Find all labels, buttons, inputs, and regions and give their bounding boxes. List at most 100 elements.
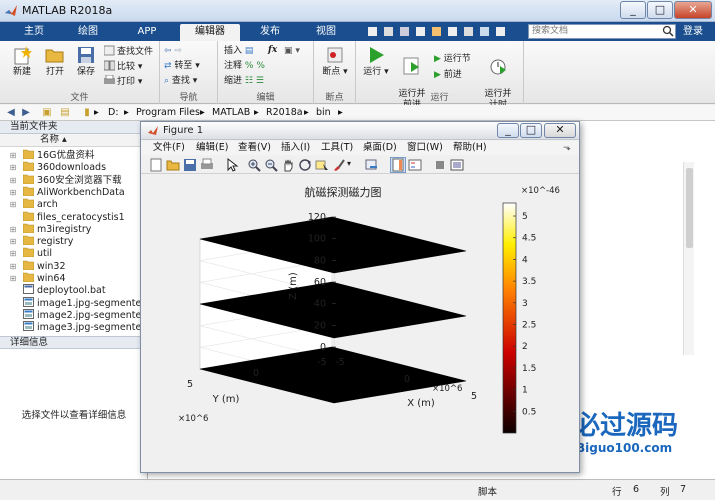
link-plot-icon[interactable] — [365, 158, 379, 172]
brush-dropdown-icon[interactable]: ▾ — [347, 159, 351, 168]
run-button[interactable]: 运行 ▾ — [358, 45, 394, 78]
save-button[interactable]: 保存 — [68, 45, 104, 78]
crumb-drive[interactable]: D: — [108, 107, 119, 118]
quick-access-toolbar[interactable] — [366, 25, 516, 38]
crumb-matlab[interactable]: MATLAB — [212, 107, 250, 118]
tab-editor[interactable]: 编辑器 — [180, 24, 240, 41]
comment-button[interactable]: 注释 % % — [224, 60, 265, 73]
tab-publish[interactable]: 发布 — [248, 24, 292, 41]
run-section-button[interactable]: ▶ 运行节 — [434, 53, 471, 66]
data-cursor-icon[interactable] — [315, 158, 329, 172]
expand-plus-icon[interactable]: ⊞ — [8, 187, 18, 198]
expand-plus-icon[interactable]: ⊞ — [8, 175, 18, 186]
file-list-item[interactable]: ⊞ 16G优盘资料 — [0, 149, 147, 161]
file-list-item[interactable]: image1.jpg-segmente... — [0, 296, 147, 309]
figure-maximize-button[interactable]: □ — [520, 123, 542, 138]
file-list-item[interactable]: deploytool.bat — [0, 284, 147, 296]
menu-help[interactable]: 帮助(H) — [453, 142, 487, 154]
open-file-icon[interactable] — [166, 158, 180, 172]
file-list-item[interactable]: files_ceratocystis1 — [0, 211, 147, 223]
tab-apps[interactable]: APP — [122, 24, 172, 41]
expand-plus-icon[interactable]: ⊞ — [8, 224, 18, 235]
minimize-button[interactable]: _ — [620, 1, 646, 19]
expand-plus-icon[interactable]: ⊞ — [8, 199, 18, 210]
menu-tools[interactable]: 工具(T) — [321, 142, 353, 154]
expand-plus-icon[interactable]: ⊞ — [8, 236, 18, 247]
file-list-item[interactable]: image2.jpg-segmente... — [0, 308, 147, 321]
file-list-item[interactable]: ⊞ 360安全浏览器下载 — [0, 174, 147, 186]
pan-icon[interactable] — [281, 158, 295, 172]
file-list-item[interactable]: ⊞ win64 — [0, 272, 147, 284]
breakpoints-button[interactable]: 断点 ▾ — [317, 45, 353, 78]
expand-plus-icon[interactable]: ⊞ — [8, 273, 18, 284]
crumb-bin[interactable]: bin — [316, 107, 331, 118]
menu-edit[interactable]: 编辑(E) — [196, 142, 228, 154]
expand-plus-icon[interactable]: ⊞ — [8, 150, 18, 161]
hide-plot-tools-icon[interactable] — [433, 158, 447, 172]
tab-plots[interactable]: 绘图 — [66, 24, 110, 41]
file-list-item[interactable]: ⊞ win32 — [0, 260, 147, 272]
goto-button[interactable]: ⇄ 转至 ▾ — [164, 60, 200, 73]
menu-insert[interactable]: 插入(I) — [281, 142, 310, 154]
expand-plus-icon[interactable]: ⊞ — [8, 162, 18, 173]
menu-window[interactable]: 窗口(W) — [407, 142, 443, 154]
file-list-item[interactable]: ⊞ registry — [0, 235, 147, 247]
fx-button[interactable]: fx — [268, 44, 277, 57]
back-forward-buttons[interactable]: ⇦ ⇨ — [164, 45, 182, 58]
find-files-button[interactable]: 查找文件 — [104, 45, 153, 58]
search-input[interactable]: 搜索文档 — [528, 24, 676, 39]
find-button[interactable]: ⌕ 查找 ▾ — [164, 75, 197, 88]
menu-desktop[interactable]: 桌面(D) — [363, 142, 397, 154]
scrollbar-thumb[interactable] — [686, 168, 693, 248]
file-list-item[interactable]: ⊞ util — [0, 247, 147, 259]
back-icon[interactable]: ◀ — [4, 106, 18, 119]
file-list-item[interactable]: ⊞ 360downloads — [0, 161, 147, 173]
menu-view[interactable]: 查看(V) — [238, 142, 271, 154]
magnetic-3d-plot[interactable]: 0 20 40 60 80 100 120 Z (m) -5 0 5 -5 0 5 X (m) Y (m) ×1… — [141, 175, 579, 472]
brush-icon[interactable] — [332, 158, 346, 172]
show-plot-tools-icon[interactable] — [450, 158, 464, 172]
pointer-icon[interactable] — [225, 158, 239, 172]
expand-plus-icon[interactable]: ⊞ — [8, 261, 18, 272]
login-button[interactable]: 登录 — [683, 24, 703, 39]
search-icon[interactable] — [662, 25, 674, 37]
print-button[interactable]: 打印 ▾ — [104, 75, 142, 88]
address-sep: ▸ — [124, 107, 129, 118]
crumb-r2018a[interactable]: R2018a — [266, 107, 303, 118]
close-button[interactable]: ✕ — [674, 1, 712, 19]
indent-button[interactable]: 缩进 ☷ ☰ — [224, 75, 264, 88]
file-list-item[interactable]: ⊞ m3iregistry — [0, 223, 147, 235]
advance-button[interactable]: ▶ 前进 — [434, 69, 462, 82]
browse-folder-icon[interactable]: ▤ — [58, 106, 72, 119]
compare-button[interactable]: 比较 ▾ — [104, 60, 142, 73]
forward-icon[interactable]: ▶ — [19, 106, 33, 119]
figure-minimize-button[interactable]: _ — [497, 123, 519, 138]
print-figure-icon[interactable] — [200, 158, 214, 172]
colorbar-icon[interactable] — [390, 157, 406, 173]
file-list-item[interactable]: ⊞ AliWorkbenchData — [0, 186, 147, 198]
editor-scrollbar[interactable] — [683, 162, 694, 355]
file-list-item[interactable]: image3.jpg-segmente... — [0, 321, 147, 333]
expand-plus-icon[interactable]: ⊞ — [8, 248, 18, 259]
figure-window[interactable]: Figure 1 _ □ ✕ 文件(F) 编辑(E) 查看(V) 插入(I) 工… — [140, 121, 580, 473]
tab-home[interactable]: 主页 — [12, 24, 56, 41]
new-button[interactable]: 新建 — [4, 45, 40, 78]
name-column-header[interactable]: 名称 ▴ — [0, 134, 147, 147]
folder-up-icon[interactable]: ▣ — [40, 106, 54, 119]
crumb-program-files[interactable]: Program Files — [136, 107, 200, 118]
insert-button[interactable]: 插入 ▤ — [224, 45, 253, 58]
edit-tools-icon[interactable]: ▣ ▾ — [284, 45, 300, 58]
zoom-in-icon[interactable] — [247, 158, 261, 172]
menu-file[interactable]: 文件(F) — [153, 142, 185, 154]
legend-icon[interactable] — [408, 158, 422, 172]
dock-arrow-icon[interactable]: ⬎ — [563, 142, 571, 154]
tab-view[interactable]: 视图 — [304, 24, 348, 41]
save-figure-icon[interactable] — [183, 158, 197, 172]
rotate-3d-icon[interactable] — [298, 158, 312, 172]
file-list-item[interactable]: ⊞ arch — [0, 198, 147, 210]
new-figure-icon[interactable] — [149, 158, 163, 172]
figure-close-button[interactable]: ✕ — [544, 123, 576, 138]
maximize-button[interactable]: □ — [647, 1, 673, 19]
plot-area[interactable]: 0 20 40 60 80 100 120 Z (m) -5 0 5 -5 0 5 X (m) Y (m) ×1… — [141, 175, 579, 472]
zoom-out-icon[interactable] — [264, 158, 278, 172]
